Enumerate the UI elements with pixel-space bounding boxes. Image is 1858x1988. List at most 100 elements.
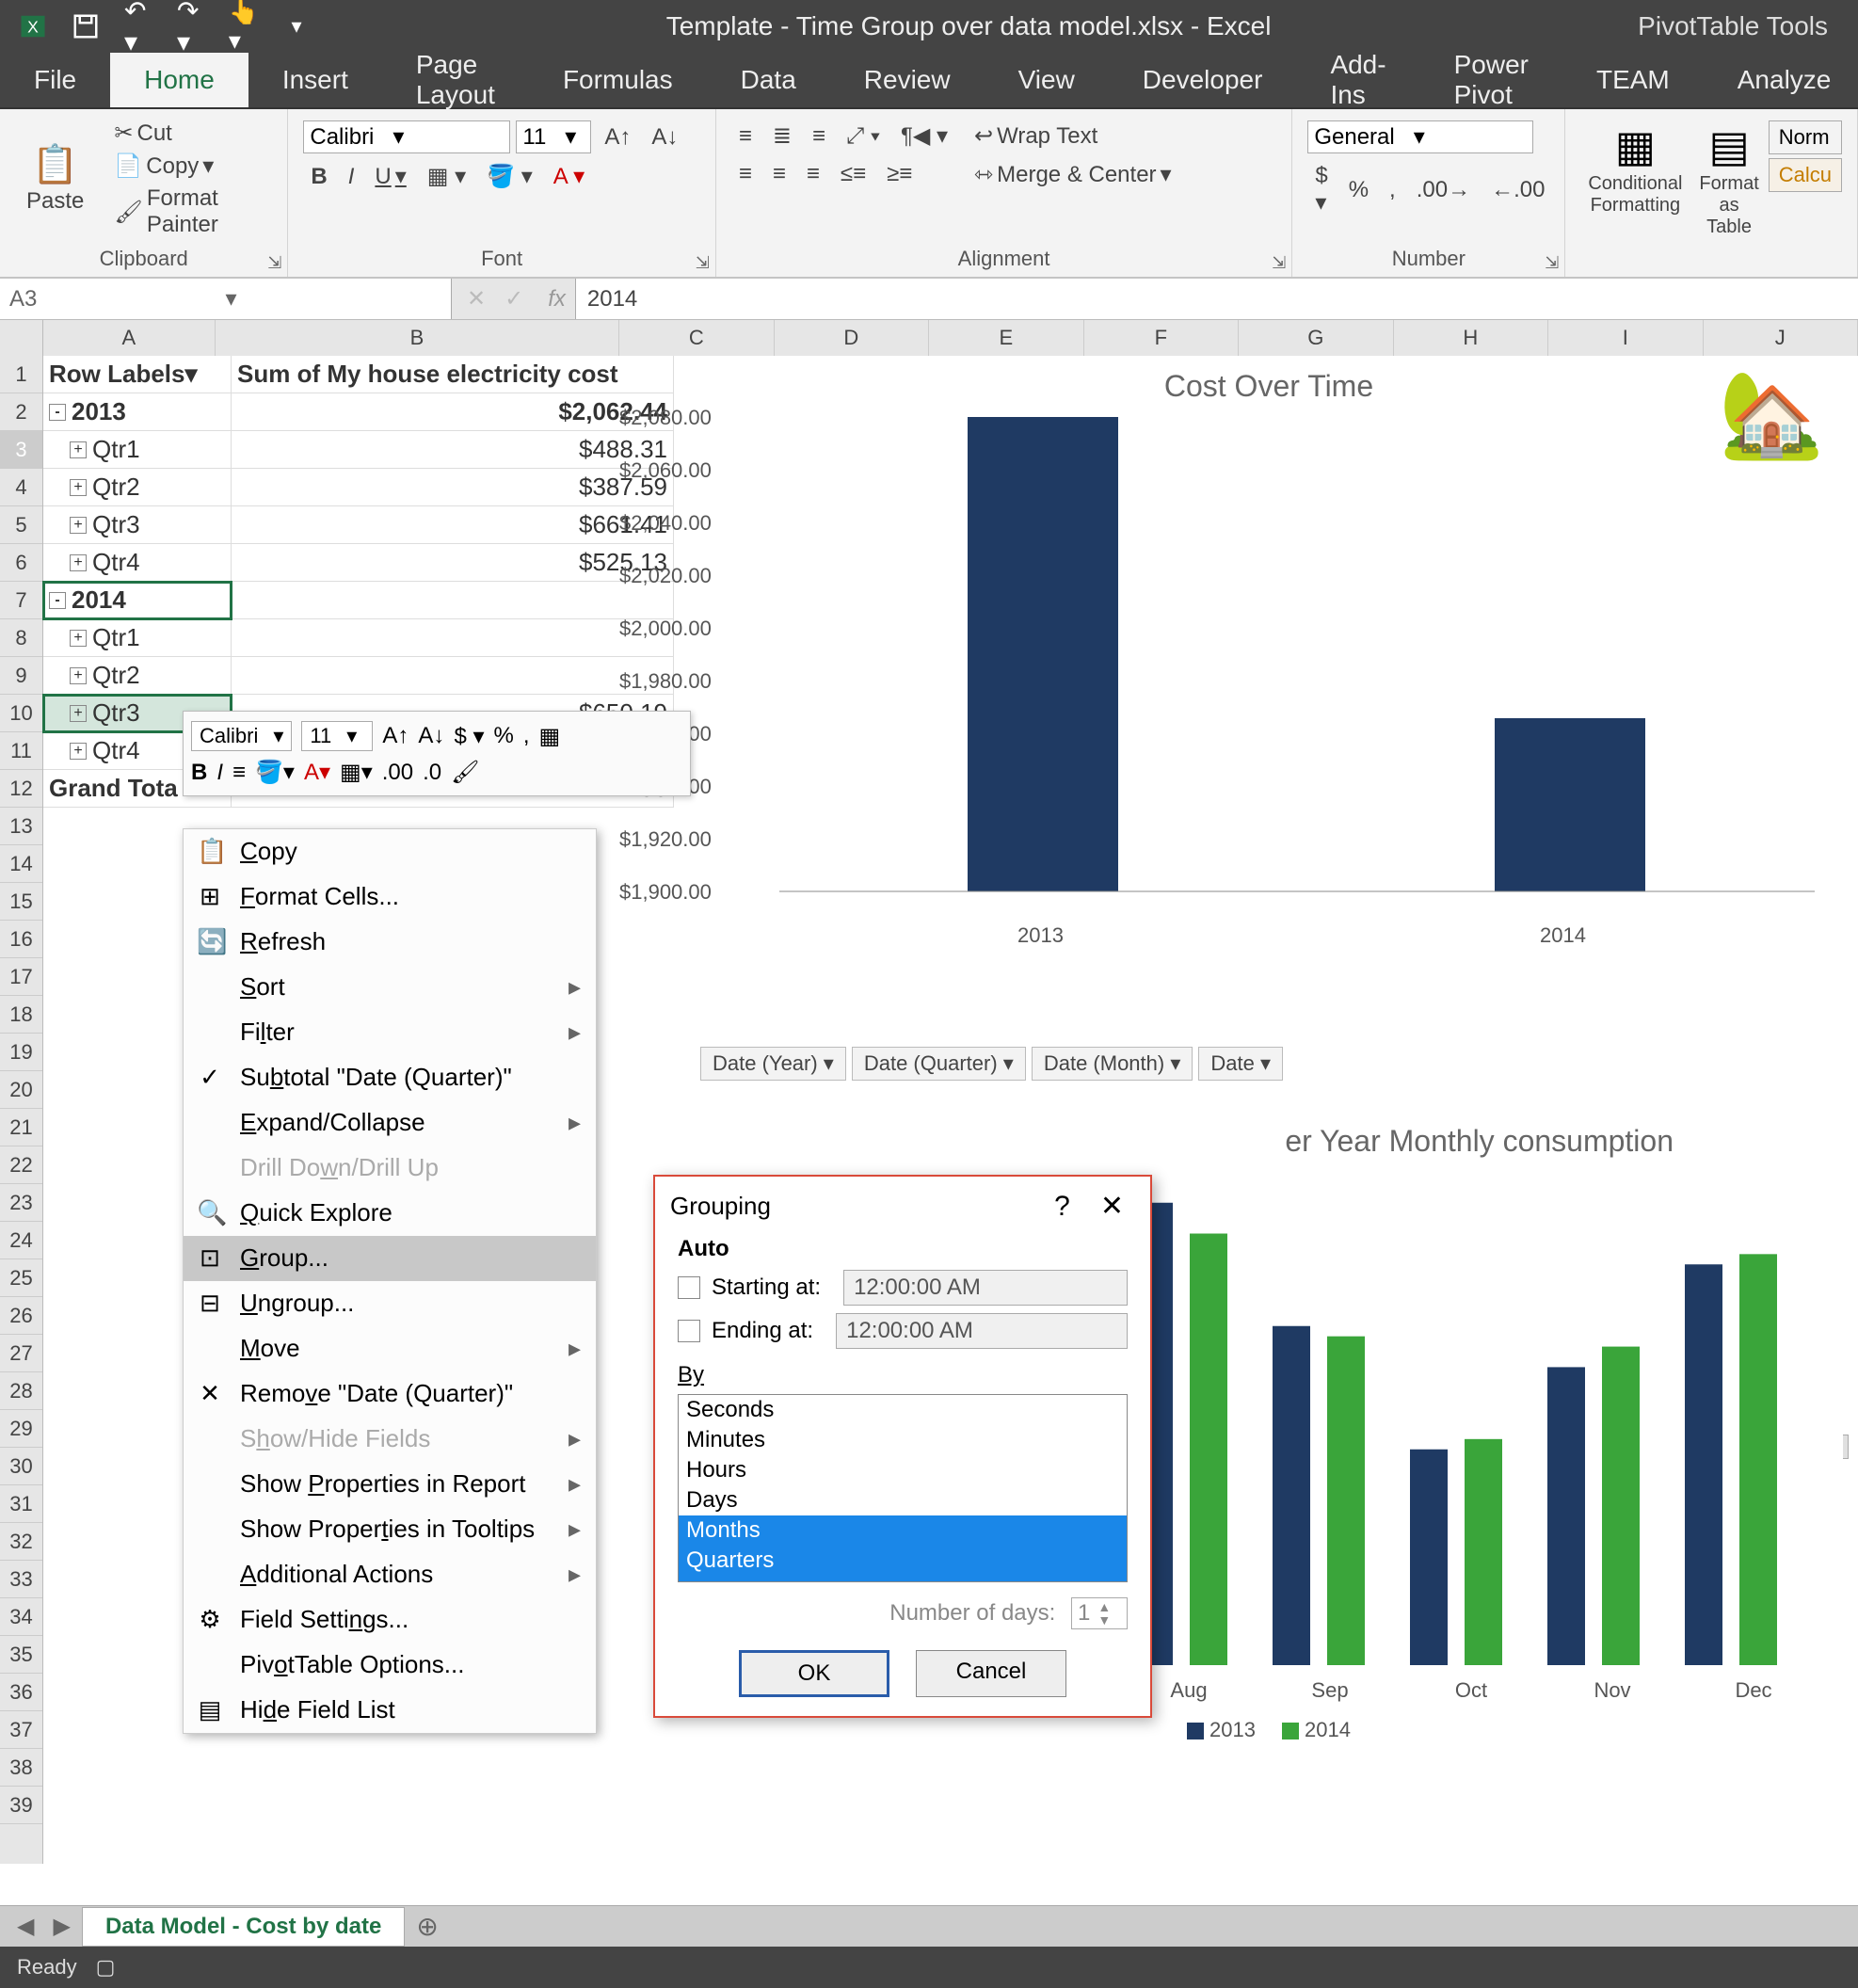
touch-mode-icon[interactable]: 👆 ▾	[230, 12, 258, 40]
cell[interactable]: -2013	[43, 393, 232, 431]
redo-icon[interactable]: ↷ ▾	[177, 12, 205, 40]
align-center-icon[interactable]: ≡	[765, 159, 793, 189]
grouping-option[interactable]: Days	[679, 1485, 1127, 1515]
mini-inc-decimal-icon[interactable]: .00	[382, 760, 413, 786]
grouping-option[interactable]: Months	[679, 1515, 1127, 1546]
decrease-font-icon[interactable]: A↓	[644, 122, 685, 152]
row-header[interactable]: 36	[0, 1674, 42, 1711]
numdays-spinner[interactable]: 1▲▼	[1071, 1597, 1128, 1629]
row-header[interactable]: 37	[0, 1711, 42, 1749]
tab-home[interactable]: Home	[110, 53, 248, 107]
cell[interactable]	[232, 582, 674, 619]
row-header[interactable]: 23	[0, 1184, 42, 1222]
row-header[interactable]: 33	[0, 1561, 42, 1598]
context-menu-item[interactable]: Show Properties in Report▸	[184, 1462, 596, 1507]
align-right-icon[interactable]: ≡	[799, 159, 827, 189]
borders-button[interactable]: ▦ ▾	[420, 161, 473, 192]
cell[interactable]: $525.13	[232, 544, 674, 582]
tab-addins[interactable]: Add-Ins	[1296, 53, 1419, 107]
tab-file[interactable]: File	[0, 53, 110, 107]
align-left-icon[interactable]: ≡	[731, 159, 760, 189]
row-header[interactable]: 20	[0, 1071, 42, 1109]
cell[interactable]: $661.41	[232, 506, 674, 544]
cell[interactable]: Row Labels ▾	[43, 356, 232, 393]
tab-review[interactable]: Review	[830, 53, 985, 107]
context-menu-item[interactable]: ✕Remove "Date (Quarter)"	[184, 1371, 596, 1417]
expand-collapse-icon[interactable]: +	[70, 479, 87, 496]
number-launcher-icon[interactable]: ⇲	[1545, 253, 1559, 273]
context-menu-item[interactable]: 📋Copy	[184, 829, 596, 874]
mini-size-combo[interactable]: 11 ▾	[301, 721, 373, 751]
format-as-table-button[interactable]: Format as Table	[1691, 171, 1766, 240]
column-header[interactable]: J	[1704, 320, 1858, 356]
context-menu-item[interactable]: Filter▸	[184, 1010, 596, 1055]
formula-cancel-icon[interactable]: ✕	[467, 285, 486, 313]
row-header[interactable]: 39	[0, 1787, 42, 1824]
font-size-combo[interactable]: 11▾	[516, 120, 591, 153]
column-header[interactable]: I	[1548, 320, 1703, 356]
text-direction-icon[interactable]: ¶◀ ▾	[893, 120, 955, 152]
ending-at-checkbox[interactable]	[678, 1320, 700, 1342]
row-header[interactable]: 32	[0, 1523, 42, 1561]
style-normal[interactable]: Norm	[1769, 120, 1842, 154]
row-header[interactable]: 29	[0, 1410, 42, 1448]
format-painter-button[interactable]: 🖌Format Painter	[106, 184, 278, 240]
row-header[interactable]: 10	[0, 695, 42, 732]
row-header[interactable]: 3	[0, 431, 42, 469]
cell[interactable]: $387.59	[232, 469, 674, 506]
merge-center-button[interactable]: ⇿Merge & Center ▾	[967, 159, 1179, 190]
row-header[interactable]: 9	[0, 657, 42, 695]
mini-fill-icon[interactable]: 🪣▾	[255, 759, 295, 786]
row-header[interactable]: 14	[0, 845, 42, 883]
tab-analyze[interactable]: Analyze	[1704, 53, 1858, 107]
bold-button[interactable]: B	[303, 162, 334, 192]
filter-date-quarter[interactable]: Date (Quarter) ▾	[852, 1047, 1026, 1081]
expand-collapse-icon[interactable]: +	[70, 517, 87, 534]
column-header[interactable]: F	[1084, 320, 1239, 356]
filter-dropdown-icon[interactable]: ▾	[184, 360, 197, 389]
grouping-option[interactable]: Quarters	[679, 1546, 1127, 1576]
increase-font-icon[interactable]: A↑	[597, 122, 638, 152]
filter-date[interactable]: Date ▾	[1198, 1047, 1283, 1081]
expand-collapse-icon[interactable]: +	[70, 743, 87, 760]
chart-cost-over-time[interactable]: Cost Over Time 🏡 $2,080.00$2,060.00$2,04…	[695, 356, 1843, 1005]
cell[interactable]: +Qtr1	[43, 431, 232, 469]
align-top-icon[interactable]: ≡	[731, 121, 760, 152]
mini-font-combo[interactable]: Calibri ▾	[191, 721, 292, 751]
column-header[interactable]: G	[1239, 320, 1393, 356]
increase-indent-icon[interactable]: ≥≡	[879, 159, 920, 189]
decrease-indent-icon[interactable]: ≤≡	[833, 159, 873, 189]
cell[interactable]: +Qtr3	[43, 506, 232, 544]
tab-insert[interactable]: Insert	[248, 53, 382, 107]
column-header[interactable]: B	[216, 320, 619, 356]
cell[interactable]	[232, 657, 674, 695]
mini-decrease-font-icon[interactable]: A↓	[418, 723, 444, 749]
starting-at-checkbox[interactable]	[678, 1276, 700, 1299]
row-header[interactable]: 26	[0, 1297, 42, 1335]
expand-collapse-icon[interactable]: +	[70, 705, 87, 722]
align-bottom-icon[interactable]: ≡	[805, 121, 833, 152]
grouping-option[interactable]: Minutes	[679, 1425, 1127, 1455]
cell[interactable]: +Qtr2	[43, 469, 232, 506]
row-header[interactable]: 13	[0, 808, 42, 845]
context-menu-item[interactable]: ▤Hide Field List	[184, 1688, 596, 1733]
row-header[interactable]: 5	[0, 506, 42, 544]
dialog-help-icon[interactable]: ?	[1035, 1191, 1089, 1223]
filter-date-year[interactable]: Date (Year) ▾	[700, 1047, 846, 1081]
context-menu-item[interactable]: 🔍Quick Explore	[184, 1191, 596, 1236]
comma-icon[interactable]: ,	[1382, 175, 1403, 205]
mini-bold-icon[interactable]: B	[191, 760, 207, 786]
row-header[interactable]: 4	[0, 469, 42, 506]
column-header[interactable]: A	[43, 320, 216, 356]
align-middle-icon[interactable]: ≣	[765, 120, 799, 152]
row-header[interactable]: 11	[0, 732, 42, 770]
number-format-combo[interactable]: General▾	[1307, 120, 1533, 153]
cell[interactable]: $488.31	[232, 431, 674, 469]
context-menu-item[interactable]: ⊟Ungroup...	[184, 1281, 596, 1326]
fill-color-button[interactable]: 🪣 ▾	[479, 161, 540, 192]
mini-borders-icon[interactable]: ▦	[539, 723, 561, 750]
column-header[interactable]: C	[619, 320, 774, 356]
grouping-option[interactable]: Years	[679, 1576, 1127, 1582]
save-icon[interactable]	[72, 12, 100, 40]
conditional-formatting-button[interactable]: Conditional Formatting	[1580, 171, 1690, 218]
